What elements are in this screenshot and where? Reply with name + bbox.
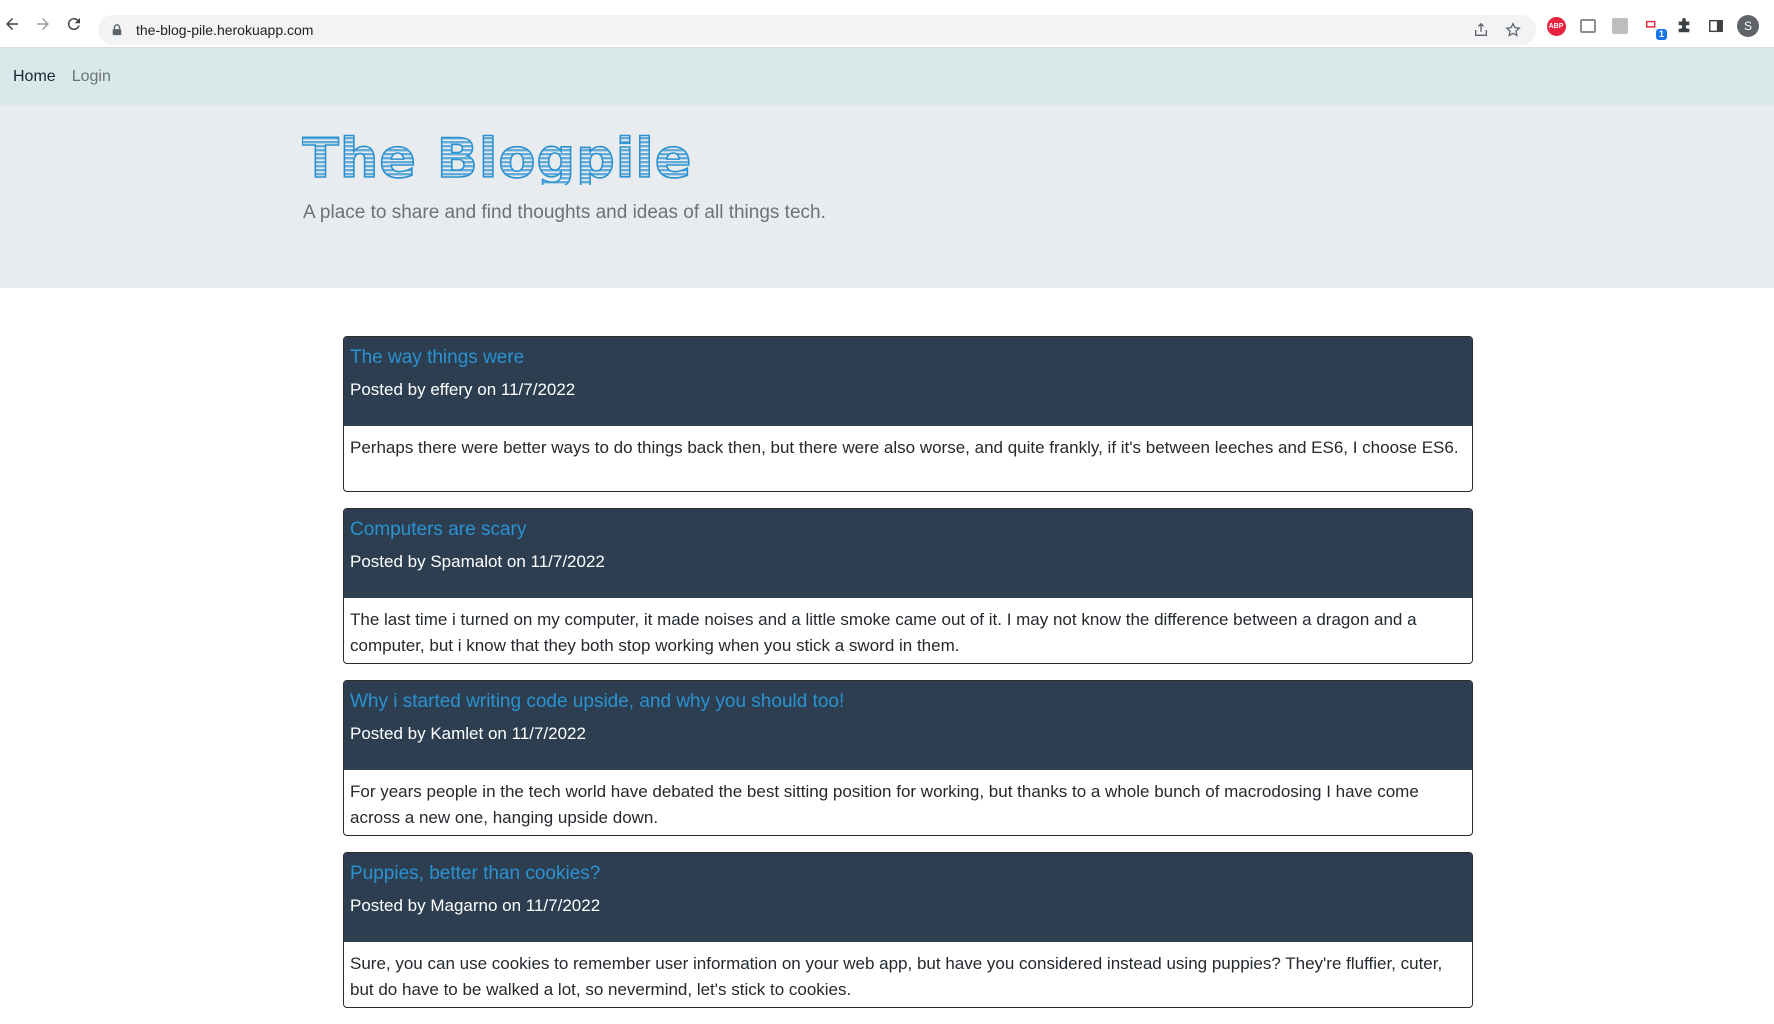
- site-navbar: Home Login: [0, 48, 1774, 105]
- reload-icon: [67, 18, 80, 31]
- share-icon[interactable]: [1472, 21, 1490, 39]
- reload-button[interactable]: [62, 12, 86, 36]
- post-card: The way things were Posted by effery on …: [343, 336, 1473, 492]
- post-header: Puppies, better than cookies? Posted by …: [344, 853, 1472, 942]
- back-arrow-icon: [6, 18, 18, 30]
- avatar-initial: S: [1737, 15, 1759, 37]
- profile-avatar[interactable]: S: [1737, 15, 1759, 37]
- extension-grey-icon[interactable]: [1609, 15, 1631, 37]
- post-title-link[interactable]: Puppies, better than cookies?: [350, 862, 1466, 886]
- svg-text:The Blogpile: The Blogpile: [302, 127, 692, 185]
- post-list: The way things were Posted by effery on …: [343, 336, 1473, 1024]
- forward-arrow-icon: [37, 18, 49, 30]
- post-title-link[interactable]: Why i started writing code upside, and w…: [350, 690, 1466, 714]
- post-card: Computers are scary Posted by Spamalot o…: [343, 508, 1473, 664]
- extension-cast-icon[interactable]: [1577, 15, 1599, 37]
- post-card: Puppies, better than cookies? Posted by …: [343, 852, 1473, 1008]
- post-header: The way things were Posted by effery on …: [344, 337, 1472, 426]
- logo-wordmark: The Blogpile The Blogpile: [301, 126, 692, 191]
- nav-home-link[interactable]: Home: [13, 68, 56, 86]
- extensions-puzzle-icon[interactable]: [1673, 15, 1695, 37]
- post-meta: Posted by Kamlet on 11/7/2022: [350, 724, 586, 743]
- post-body: For years people in the tech world have …: [350, 782, 1419, 827]
- post-title-link[interactable]: The way things were: [350, 346, 1466, 370]
- extension-notification-icon[interactable]: 1: [1641, 15, 1667, 40]
- extension-badge: 1: [1655, 29, 1667, 40]
- post-card: Why i started writing code upside, and w…: [343, 680, 1473, 836]
- post-meta: Posted by Magarno on 11/7/2022: [350, 896, 601, 915]
- post-header: Computers are scary Posted by Spamalot o…: [344, 509, 1472, 598]
- adblock-label: ABP: [1546, 16, 1566, 36]
- bookmark-star-icon[interactable]: [1504, 21, 1522, 39]
- site-subtitle: A place to share and find thoughts and i…: [303, 202, 826, 223]
- url-text[interactable]: the-blog-pile.herokuapp.com: [136, 22, 313, 38]
- post-meta: Posted by Spamalot on 11/7/2022: [350, 552, 605, 571]
- lock-icon: [110, 23, 124, 37]
- address-bar[interactable]: the-blog-pile.herokuapp.com: [98, 15, 1536, 45]
- post-body: Sure, you can use cookies to remember us…: [350, 954, 1443, 999]
- post-body: Perhaps there were better ways to do thi…: [350, 438, 1459, 457]
- jumbotron: The Blogpile The Blogpile A place to sha…: [0, 105, 1774, 288]
- nav-login-link[interactable]: Login: [72, 68, 111, 86]
- side-panel-icon[interactable]: [1705, 15, 1727, 37]
- forward-button[interactable]: [31, 12, 55, 36]
- site-logo: The Blogpile The Blogpile: [301, 125, 742, 191]
- post-header: Why i started writing code upside, and w…: [344, 681, 1472, 770]
- adblock-extension-icon[interactable]: ABP: [1545, 15, 1567, 37]
- back-button[interactable]: [0, 12, 24, 36]
- post-meta: Posted by effery on 11/7/2022: [350, 380, 576, 399]
- browser-toolbar: the-blog-pile.herokuapp.com ABP 1 S: [0, 0, 1774, 48]
- post-body: The last time i turned on my computer, i…: [350, 610, 1417, 655]
- post-title-link[interactable]: Computers are scary: [350, 518, 1466, 542]
